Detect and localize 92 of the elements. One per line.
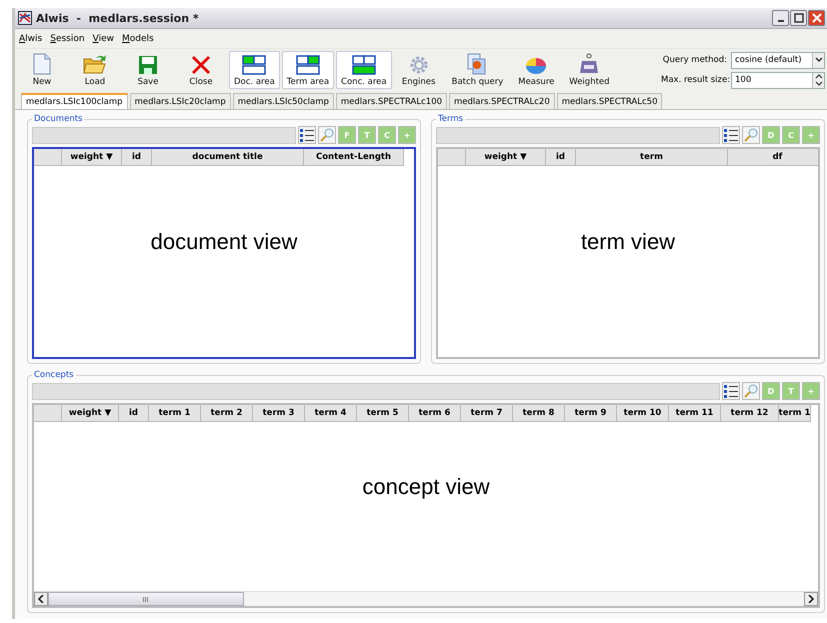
column-header[interactable]: term 2: [201, 405, 253, 422]
menu-item[interactable]: Alwis: [19, 34, 42, 44]
column-header[interactable]: term 7: [461, 405, 513, 422]
scroll-right-button[interactable]: [804, 592, 818, 606]
view-label: concept view: [362, 474, 490, 500]
scroll-left-button[interactable]: [34, 592, 48, 606]
grip-icon: [143, 596, 149, 602]
column-header[interactable]: Content-Length: [304, 149, 404, 166]
column-header[interactable]: weight ▼: [62, 405, 119, 422]
toolbar-button[interactable]: Doc. area: [229, 51, 280, 89]
layout-icon: [296, 55, 320, 75]
column-header[interactable]: term 10: [617, 405, 669, 422]
layout-icon: [352, 55, 376, 75]
menu-item[interactable]: View: [92, 34, 114, 44]
toolbar-button[interactable]: Term area: [282, 51, 334, 89]
scrollbar-thumb[interactable]: [48, 592, 244, 606]
document-icon: [33, 53, 51, 75]
session-tab[interactable]: medlars.SPECTRALc100: [336, 93, 448, 109]
list-icon: [300, 128, 314, 142]
session-tab[interactable]: medlars.SPECTRALc20: [449, 93, 555, 109]
close-icon: [191, 55, 211, 75]
search-icon: [744, 384, 758, 398]
query-method-dropdown[interactable]: cosine (default): [731, 52, 825, 68]
column-header[interactable]: term 8: [513, 405, 565, 422]
toolbar-button[interactable]: Load: [70, 51, 120, 89]
filter-field[interactable]: [32, 126, 296, 144]
close-button[interactable]: [808, 10, 825, 26]
column-header[interactable]: weight ▼: [466, 149, 546, 166]
column-header[interactable]: term 1: [149, 405, 201, 422]
close-icon: [812, 13, 822, 23]
panel-title: Documents: [33, 114, 84, 124]
column-header[interactable]: id: [546, 149, 576, 166]
list-button[interactable]: [722, 126, 740, 144]
column-header[interactable]: df: [728, 149, 818, 166]
result-size-label: Max. result size:: [661, 75, 727, 85]
column-header[interactable]: id: [119, 405, 149, 422]
app-logo-icon: [18, 11, 32, 25]
column-header[interactable]: term 1: [779, 405, 811, 422]
panel-title: Terms: [437, 114, 464, 124]
window-title: Alwis - medlars.session *: [36, 12, 200, 24]
toolbar-button[interactable]: New: [17, 51, 67, 89]
column-header[interactable]: document title: [152, 149, 304, 166]
chevron-left-icon: [38, 595, 44, 603]
column-header[interactable]: term 6: [409, 405, 461, 422]
list-icon: [724, 128, 738, 142]
view-label: term view: [580, 228, 676, 254]
session-tab[interactable]: medlars.SPECTRALc50: [556, 93, 662, 109]
query-method-label: Query method:: [662, 55, 727, 65]
result-size-spinner[interactable]: 100: [731, 72, 825, 88]
toolbar-button[interactable]: Save: [123, 51, 173, 89]
search-icon: [744, 128, 758, 142]
column-header[interactable]: term 4: [305, 405, 357, 422]
session-tab[interactable]: medlars.LSIc50clamp: [232, 93, 334, 109]
row-header-corner: [34, 149, 62, 166]
column-header[interactable]: term 11: [669, 405, 721, 422]
layout-icon: [242, 55, 266, 75]
folder-icon: [83, 53, 107, 75]
toolbar-button[interactable]: Weighted: [564, 51, 615, 89]
pie-chart-icon: [525, 57, 548, 75]
toolbar-button[interactable]: Conc. area: [336, 51, 392, 89]
column-header[interactable]: term 3: [253, 405, 305, 422]
horizontal-scrollbar[interactable]: [34, 591, 818, 606]
filter-field[interactable]: [32, 382, 720, 400]
list-button[interactable]: [722, 382, 740, 400]
column-header[interactable]: term 12: [721, 405, 779, 422]
gear-icon: [408, 55, 429, 75]
toolbar-button[interactable]: Close: [176, 51, 226, 89]
column-header[interactable]: term 5: [357, 405, 409, 422]
maximize-button[interactable]: [790, 10, 807, 26]
view-label: document view: [150, 228, 298, 254]
chevron-down-icon: [814, 57, 822, 63]
session-tab[interactable]: medlars.LSIc100clamp: [21, 93, 128, 109]
toolbar-button[interactable]: Measure: [511, 51, 562, 89]
weight-icon: [578, 53, 600, 75]
maximize-icon: [794, 13, 804, 23]
session-tab[interactable]: medlars.LSIc20clamp: [130, 93, 231, 109]
spinner-arrows-icon: [814, 73, 822, 87]
search-icon: [320, 128, 334, 142]
column-header[interactable]: id: [122, 149, 152, 166]
column-header[interactable]: weight ▼: [62, 149, 122, 166]
minimize-button[interactable]: [772, 10, 789, 26]
list-button[interactable]: [298, 126, 316, 144]
toolbar-button[interactable]: Engines: [394, 51, 444, 89]
column-header[interactable]: term: [576, 149, 728, 166]
list-icon: [724, 384, 738, 398]
menu-item[interactable]: Models: [122, 34, 154, 44]
filter-field[interactable]: [436, 126, 720, 144]
menu-item[interactable]: Session: [50, 34, 85, 44]
column-header[interactable]: term 9: [565, 405, 617, 422]
chevron-right-icon: [808, 595, 814, 603]
toolbar-button[interactable]: Batch query: [446, 51, 508, 89]
panel-title: Concepts: [33, 370, 75, 380]
